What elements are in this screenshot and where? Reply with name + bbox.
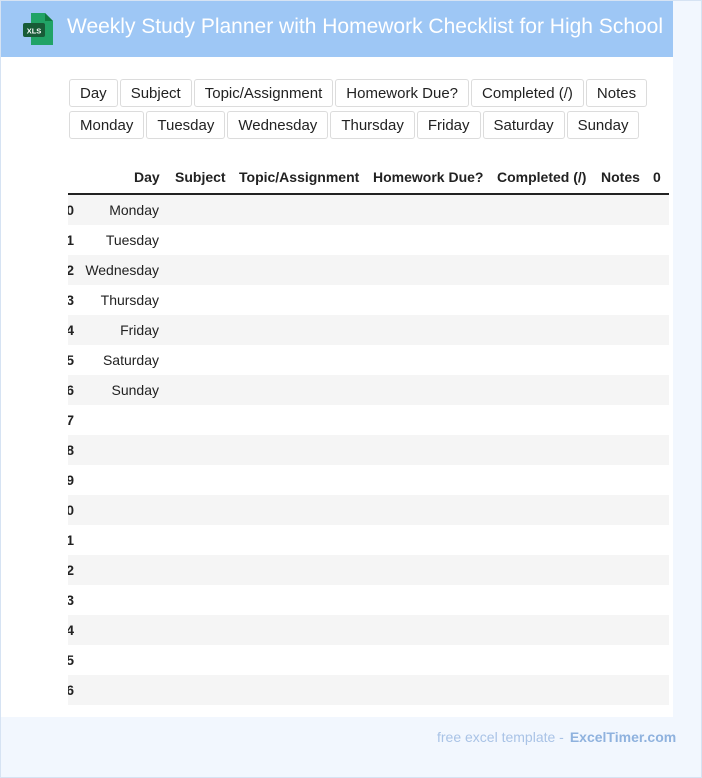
page-title: Weekly Study Planner with Homework Check…: [67, 15, 664, 38]
header-homework-due: Homework Due?: [373, 169, 484, 185]
xls-file-icon: XLS: [23, 13, 53, 45]
row-index: 8: [68, 442, 74, 458]
chip-notes[interactable]: Notes: [585, 79, 648, 107]
chip-wednesday[interactable]: Wednesday: [227, 111, 329, 139]
chip-homework-due[interactable]: Homework Due?: [335, 79, 470, 107]
table-row: 8: [68, 435, 669, 465]
app-header: XLS Weekly Study Planner with Homework C…: [1, 1, 673, 57]
table-row: 0: [68, 495, 669, 525]
day-chip-row: Monday Tuesday Wednesday Thursday Friday…: [69, 111, 640, 139]
table-row: 3: [68, 585, 669, 615]
table-row: 7: [68, 405, 669, 435]
table-row: 2: [68, 555, 669, 585]
day-cell[interactable]: Thursday: [101, 285, 159, 315]
row-index: 5: [68, 652, 74, 668]
chip-completed[interactable]: Completed (/): [471, 79, 584, 107]
column-chip-row: Day Subject Topic/Assignment Homework Du…: [69, 79, 648, 107]
table-row: 3 Thursday: [68, 285, 669, 315]
table-row: 2 Wednesday: [68, 255, 669, 285]
day-cell[interactable]: Sunday: [112, 375, 159, 405]
day-cell[interactable]: Wednesday: [85, 255, 159, 285]
table-row: 1 Tuesday: [68, 225, 669, 255]
row-index: 5: [68, 352, 74, 368]
row-index: 1: [68, 532, 74, 548]
row-index: 4: [68, 322, 74, 338]
chip-day[interactable]: Day: [69, 79, 118, 107]
table-row: 4: [68, 615, 669, 645]
table-header-row: Day Subject Topic/Assignment Homework Du…: [68, 162, 669, 195]
row-index: 6: [68, 382, 74, 398]
row-index: 3: [68, 292, 74, 308]
footer: free excel template - ExcelTimer.com: [437, 729, 676, 745]
table-row: 1: [68, 525, 669, 555]
chip-saturday[interactable]: Saturday: [482, 111, 565, 139]
row-index: 0: [68, 202, 74, 218]
chip-topic-assignment[interactable]: Topic/Assignment: [193, 79, 334, 107]
row-index: 1: [68, 232, 74, 248]
table-row: 0 Monday: [68, 195, 669, 225]
table-row: 6: [68, 675, 669, 705]
planner-table: Day Subject Topic/Assignment Homework Du…: [68, 162, 669, 705]
table-row: 9: [68, 465, 669, 495]
table-row: 5: [68, 645, 669, 675]
header-notes: Notes: [601, 169, 640, 185]
header-subject: Subject: [175, 169, 226, 185]
row-index: 9: [68, 472, 74, 488]
header-topic-assignment: Topic/Assignment: [239, 169, 360, 185]
chip-subject[interactable]: Subject: [119, 79, 192, 107]
chip-thursday[interactable]: Thursday: [330, 111, 415, 139]
day-cell[interactable]: Saturday: [103, 345, 159, 375]
table-row: 4 Friday: [68, 315, 669, 345]
row-index: 0: [68, 502, 74, 518]
day-cell[interactable]: Tuesday: [106, 225, 159, 255]
chip-sunday[interactable]: Sunday: [566, 111, 640, 139]
day-cell[interactable]: Friday: [120, 315, 159, 345]
header-completed: Completed (/): [497, 169, 587, 185]
row-index: 3: [68, 592, 74, 608]
table-body: 0 Monday 1 Tuesday 2 Wednesday 3 Thursday 4 Frida…: [68, 195, 669, 705]
day-cell[interactable]: Monday: [109, 195, 159, 225]
xls-icon-label: XLS: [27, 27, 42, 36]
row-index: 7: [68, 412, 74, 428]
footer-text: free excel template -: [437, 729, 564, 745]
table-row: 5 Saturday: [68, 345, 669, 375]
row-index: 2: [68, 262, 74, 278]
chip-tuesday[interactable]: Tuesday: [146, 111, 226, 139]
header-day: Day: [134, 169, 160, 185]
chip-monday[interactable]: Monday: [69, 111, 145, 139]
header-extra-column: 0: [653, 169, 661, 185]
footer-brand-link[interactable]: ExcelTimer.com: [570, 729, 676, 745]
chip-friday[interactable]: Friday: [416, 111, 481, 139]
row-index: 2: [68, 562, 74, 578]
row-index: 6: [68, 682, 74, 698]
table-row: 6 Sunday: [68, 375, 669, 405]
row-index: 4: [68, 622, 74, 638]
